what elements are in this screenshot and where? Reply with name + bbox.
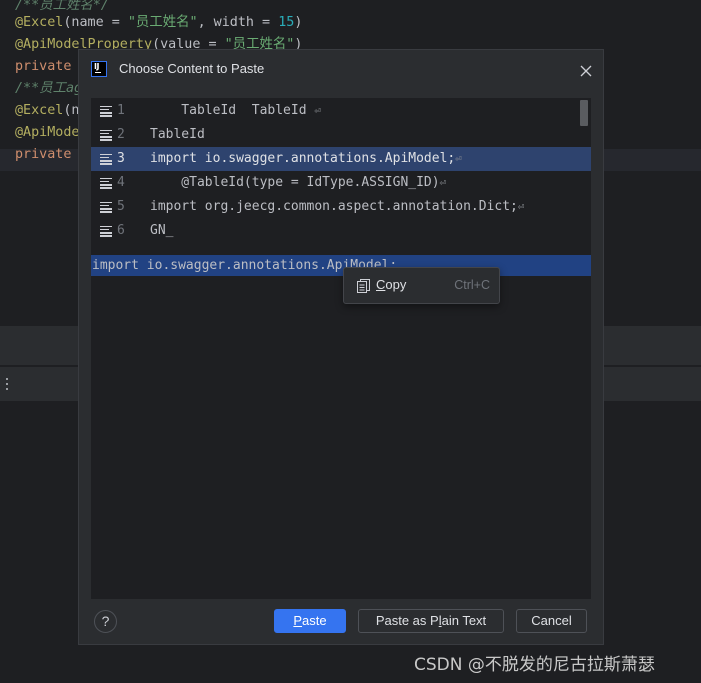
choose-content-to-paste-dialog: IJ Choose Content to Paste 1 TableId Tab…	[79, 50, 603, 644]
copy-shortcut: Ctrl+C	[454, 278, 490, 292]
item-text-content: @TableId(type = IdType.ASSIGN_ID)	[150, 175, 440, 190]
item-text: @TableId(type = IdType.ASSIGN_ID)⏎	[150, 171, 446, 195]
text-lines-icon	[100, 202, 112, 213]
list-item[interactable]: 3 import io.swagger.annotations.ApiModel;…	[91, 147, 591, 171]
paste-mnemonic: P	[293, 613, 303, 628]
line-break-icon: ⏎	[455, 152, 462, 165]
vertical-scrollbar[interactable]	[580, 100, 588, 126]
line-break-icon: ⏎	[439, 176, 447, 189]
code-token: , width =	[197, 15, 279, 30]
text-lines-icon	[100, 178, 112, 189]
intellij-app-icon: IJ	[91, 61, 107, 77]
copy-label-rest: opy	[385, 277, 407, 292]
plain-label-a: Paste as P	[375, 613, 439, 628]
paste-label: aste	[302, 613, 327, 628]
item-text: GN_	[150, 219, 173, 243]
paste-button[interactable]: Paste	[274, 609, 346, 633]
list-item[interactable]: 6 GN_	[91, 219, 591, 243]
dialog-title-bar[interactable]: IJ Choose Content to Paste	[79, 50, 603, 90]
close-button[interactable]	[579, 63, 593, 77]
code-line: private	[15, 56, 71, 78]
item-text-content: TableId TableId	[150, 103, 315, 118]
code-token: private	[15, 59, 72, 74]
copy-mnemonic: C	[376, 277, 386, 292]
cancel-button[interactable]: Cancel	[516, 609, 587, 633]
paste-as-plain-text-button[interactable]: Paste as Plain Text	[358, 609, 504, 633]
list-item[interactable]: 5 import org.jeecg.common.aspect.annotati…	[91, 195, 591, 219]
code-token: (n	[63, 103, 80, 118]
app-icon-text: IJ	[94, 62, 99, 71]
item-number: 1	[117, 103, 125, 118]
help-button[interactable]: ?	[94, 610, 117, 633]
list-item[interactable]: 4 @TableId(type = IdType.ASSIGN_ID)⏎	[91, 171, 591, 195]
content-preview[interactable]: import io.swagger.annotations.ApiModel;	[91, 254, 591, 599]
item-number: 2	[117, 127, 125, 142]
list-item[interactable]: 2 TableId	[91, 123, 591, 147]
copy-icon	[357, 279, 370, 293]
text-lines-icon	[100, 106, 112, 117]
code-token: )	[294, 15, 303, 30]
item-number: 4	[117, 175, 125, 190]
item-text: TableId	[150, 123, 205, 147]
item-text-content: import org.jeecg.common.aspect.annotatio…	[150, 199, 518, 214]
text-lines-icon	[100, 154, 112, 165]
line-break-icon: ⏎	[314, 104, 321, 117]
code-line: @Excel(n	[15, 100, 80, 122]
item-text: import org.jeecg.common.aspect.annotatio…	[150, 195, 524, 219]
item-text-content: GN_	[150, 223, 174, 238]
line-break-icon: ⏎	[517, 200, 525, 213]
code-token: 15	[278, 15, 295, 30]
item-text: import io.swagger.annotations.ApiModel;⏎	[150, 147, 462, 171]
context-menu: Copy Ctrl+C	[343, 267, 500, 304]
plain-label-b: ain Text	[441, 613, 487, 628]
text-lines-icon	[100, 130, 112, 141]
item-number: 3	[117, 151, 125, 166]
code-token: "员工姓名"	[127, 15, 198, 30]
code-token: @ApiMode	[15, 125, 80, 140]
code-token: private	[15, 147, 72, 162]
more-options-icon[interactable]	[6, 378, 9, 391]
item-number: 5	[117, 199, 125, 214]
copy-label: Copy	[376, 277, 406, 292]
code-token: @Excel	[15, 103, 64, 118]
code-token: (name =	[63, 15, 128, 30]
watermark: CSDN @不脱发的尼古拉斯萧瑟	[414, 655, 655, 675]
close-icon	[580, 65, 592, 77]
code-line: @ApiMode	[15, 122, 80, 144]
item-number: 6	[117, 223, 125, 238]
item-text-content: import io.swagger.annotations.ApiModel;	[150, 151, 456, 166]
code-token: @Excel	[15, 15, 64, 30]
item-text: TableId TableId ⏎	[150, 99, 321, 123]
item-text-content: TableId	[150, 127, 205, 142]
list-item[interactable]: 1 TableId TableId ⏎	[91, 99, 591, 123]
code-line: @Excel(name = "员工姓名", width = 15)	[15, 12, 302, 34]
dialog-title: Choose Content to Paste	[119, 61, 265, 76]
text-lines-icon	[100, 226, 112, 237]
code-line: private	[15, 144, 71, 166]
